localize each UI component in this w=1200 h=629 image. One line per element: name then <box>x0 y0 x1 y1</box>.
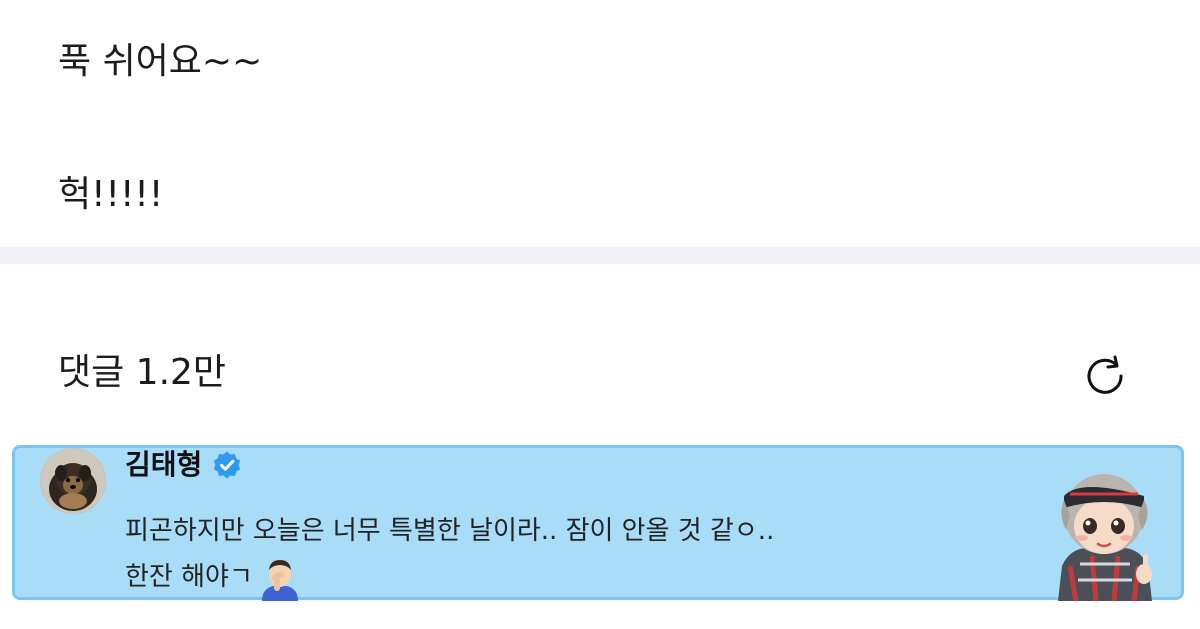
comment-author-row: 김태형 <box>125 448 242 482</box>
verified-badge-icon <box>214 451 241 479</box>
comment-body: 피곤하지만 오늘은 너무 특별한 날이라.. 잠이 안올 것 같ㅇ.. 한잔 해… <box>125 508 774 601</box>
facepalm-emoji-icon <box>261 559 298 601</box>
character-sticker <box>1058 474 1152 601</box>
post-text-line-2: 헉!!!!! <box>58 174 164 215</box>
comments-count-header: 댓글 1.2만 <box>58 352 227 393</box>
refresh-button[interactable] <box>1077 348 1133 404</box>
section-divider <box>0 247 1200 264</box>
comment-line-2-row: 한잔 해야ㄱ <box>125 554 774 601</box>
avatar[interactable] <box>40 448 106 514</box>
comment-line-1: 피곤하지만 오늘은 너무 특별한 날이라.. 잠이 안올 것 같ㅇ.. <box>125 516 775 546</box>
refresh-icon <box>1087 355 1123 394</box>
post-text-line-1: 푹 쉬어요~~ <box>58 41 263 82</box>
avatar-dog-photo <box>41 449 105 513</box>
comment-author-name[interactable]: 김태형 <box>125 448 202 482</box>
highlighted-comment-card[interactable]: 김태형 피곤하지만 오늘은 너무 특별한 날이라.. 잠이 안올 것 같ㅇ.. … <box>12 445 1184 601</box>
comment-line-2: 한잔 해야ㄱ <box>125 562 253 592</box>
